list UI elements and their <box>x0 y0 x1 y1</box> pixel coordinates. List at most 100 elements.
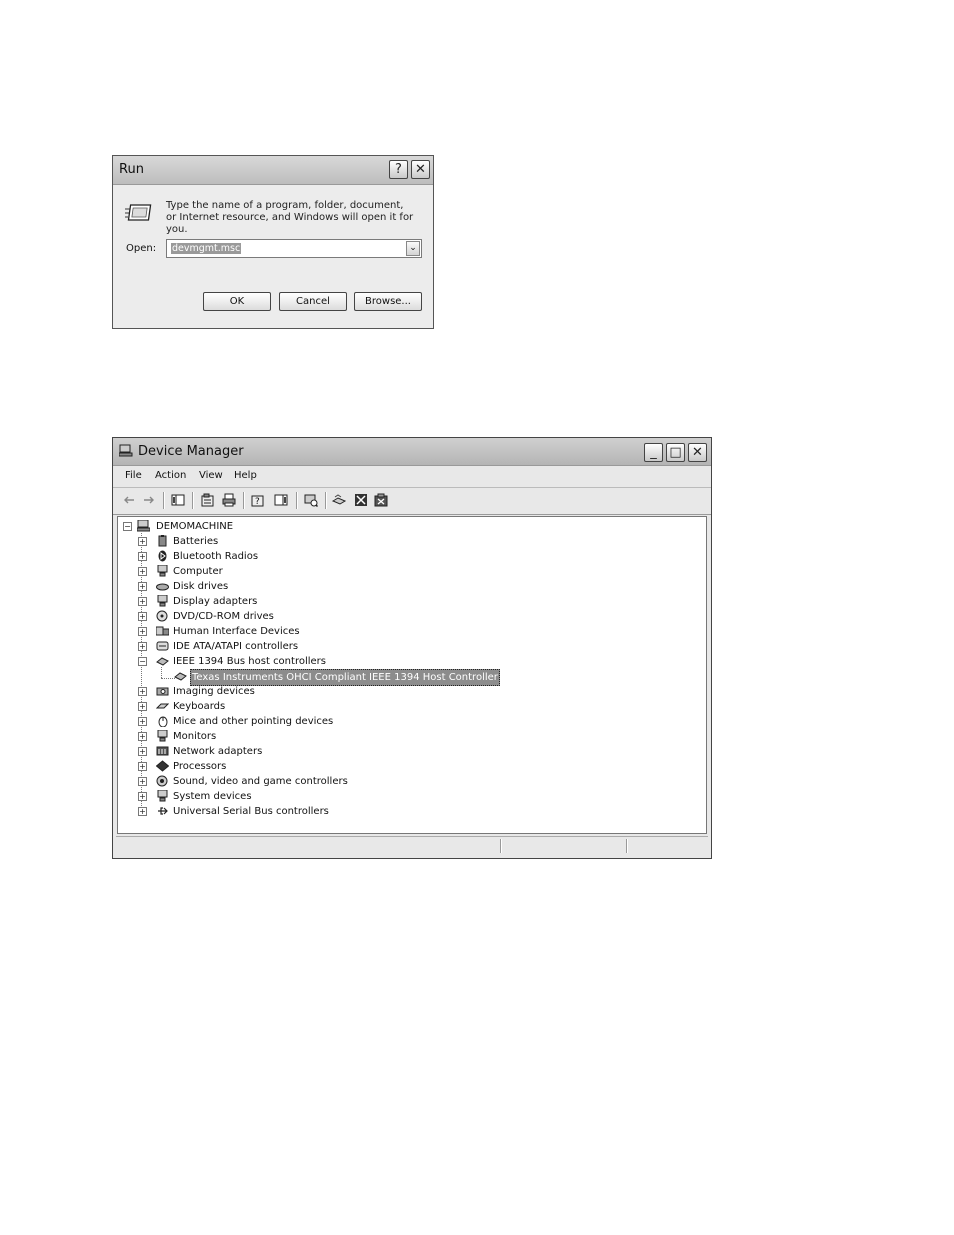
status-divider <box>500 839 502 853</box>
toolbar-separator <box>163 492 165 509</box>
menu-file[interactable]: File <box>125 470 142 481</box>
tree-category-item[interactable]: + Monitors <box>118 729 678 744</box>
tree-category-item[interactable]: − IEEE 1394 Bus host controllers <box>118 654 678 669</box>
tree-category-item[interactable]: + Keyboards <box>118 699 678 714</box>
maximize-button[interactable]: □ <box>666 443 685 462</box>
tree-category-label: Monitors <box>173 731 217 742</box>
tree-category-item[interactable]: + Display adapters <box>118 594 678 609</box>
tree-category-label: Display adapters <box>173 596 258 607</box>
tree-category-item[interactable]: + Processors <box>118 759 678 774</box>
tree-category-item[interactable]: + Bluetooth Radios <box>118 549 678 564</box>
status-bar <box>116 836 708 855</box>
forward-arrow-icon[interactable] <box>142 493 156 507</box>
disable-device-icon[interactable] <box>354 493 368 507</box>
tree-root[interactable]: − DEMOMACHINE <box>123 519 323 534</box>
expand-icon[interactable]: + <box>138 567 147 576</box>
camera-icon <box>156 687 169 696</box>
minimize-button[interactable]: _ <box>644 443 663 462</box>
tree-category-item[interactable]: + IDE ATA/ATAPI controllers <box>118 639 678 654</box>
tree-category-item[interactable]: + Human Interface Devices <box>118 624 678 639</box>
device-tree[interactable]: − DEMOMACHINE + Batteries + Bluetooth Radio… <box>117 516 707 834</box>
bluetooth-icon <box>158 550 167 562</box>
tree-category-label: Mice and other pointing devices <box>173 716 334 727</box>
tree-category-item[interactable]: + Imaging devices <box>118 684 678 699</box>
ok-button[interactable]: OK <box>203 292 271 311</box>
print-icon[interactable] <box>222 493 236 507</box>
run-titlebar[interactable]: Run ? ✕ <box>113 156 433 185</box>
cancel-button[interactable]: Cancel <box>279 292 347 311</box>
tree-category-item[interactable]: + Computer <box>118 564 678 579</box>
expand-icon[interactable]: + <box>138 762 147 771</box>
menu-bar: File Action View Help <box>113 466 711 486</box>
expand-icon[interactable]: + <box>138 747 147 756</box>
tree-device-item[interactable]: Texas Instruments OHCI Compliant IEEE 13… <box>118 669 678 686</box>
device-manager-titlebar[interactable]: Device Manager _ □ ✕ <box>113 438 711 466</box>
tree-category-item[interactable]: + DVD/CD-ROM drives <box>118 609 678 624</box>
tree-category-label: Network adapters <box>173 746 263 757</box>
device-manager-icon <box>119 444 133 457</box>
tree-category-label: IEEE 1394 Bus host controllers <box>173 656 326 667</box>
expand-icon[interactable]: + <box>138 777 147 786</box>
ide-controller-icon <box>156 641 169 651</box>
expand-icon[interactable]: + <box>138 552 147 561</box>
menu-action[interactable]: Action <box>155 470 186 481</box>
expand-icon[interactable]: + <box>138 612 147 621</box>
expand-icon[interactable]: + <box>138 717 147 726</box>
ieee1394-icon <box>156 657 169 666</box>
tree-category-item[interactable]: + Sound, video and game controllers <box>118 774 678 789</box>
expand-icon[interactable]: + <box>138 597 147 606</box>
battery-icon <box>158 535 167 547</box>
hid-icon <box>156 626 169 636</box>
dropdown-arrow-icon[interactable]: ⌄ <box>406 241 420 256</box>
expand-icon[interactable]: + <box>138 732 147 741</box>
show-hide-console-tree-icon[interactable] <box>171 493 185 507</box>
show-hide-action-pane-icon[interactable] <box>274 493 288 507</box>
expand-icon[interactable]: + <box>138 702 147 711</box>
expand-icon[interactable]: + <box>138 792 147 801</box>
expand-icon[interactable]: + <box>138 687 147 696</box>
expand-icon[interactable]: + <box>138 642 147 651</box>
close-button[interactable]: ✕ <box>688 443 707 462</box>
collapse-icon[interactable]: − <box>123 522 132 531</box>
device-manager-title: Device Manager <box>138 444 244 459</box>
status-divider <box>626 839 628 853</box>
open-input[interactable]: devmgmt.msc ⌄ <box>166 239 422 258</box>
expand-icon[interactable]: + <box>138 807 147 816</box>
sound-icon <box>156 775 168 787</box>
expand-icon[interactable]: + <box>138 582 147 591</box>
back-arrow-icon[interactable] <box>122 493 136 507</box>
help-icon[interactable]: ? <box>251 493 265 507</box>
run-dialog: Run ? ✕ Type the name of a program, fold… <box>112 155 434 329</box>
uninstall-device-icon[interactable] <box>374 493 388 507</box>
display-adapter-icon <box>157 595 168 607</box>
properties-icon[interactable] <box>201 493 215 507</box>
open-input-value: devmgmt.msc <box>171 243 242 254</box>
browse-button[interactable]: Browse... <box>354 292 422 311</box>
tree-category-label: DVD/CD-ROM drives <box>173 611 274 622</box>
tree-category-label: Disk drives <box>173 581 229 592</box>
tree-category-label: Computer <box>173 566 223 577</box>
device-manager-window: Device Manager _ □ ✕ File Action View He… <box>112 437 712 859</box>
tree-category-item[interactable]: + Batteries <box>118 534 678 549</box>
expand-icon[interactable]: + <box>138 627 147 636</box>
tree-category-item[interactable]: + Disk drives <box>118 579 678 594</box>
run-program-icon <box>125 204 152 221</box>
scan-hardware-changes-icon[interactable] <box>304 493 318 507</box>
expand-icon[interactable]: + <box>138 537 147 546</box>
monitor-icon <box>157 730 168 742</box>
collapse-icon[interactable]: − <box>138 657 147 666</box>
tree-category-item[interactable]: + Universal Serial Bus controllers <box>118 804 678 819</box>
tree-category-item[interactable]: + Mice and other pointing devices <box>118 714 678 729</box>
help-button[interactable]: ? <box>389 160 408 179</box>
tree-category-item[interactable]: + System devices <box>118 789 678 804</box>
update-driver-icon[interactable] <box>332 493 346 507</box>
menu-help[interactable]: Help <box>234 470 257 481</box>
system-devices-icon <box>157 790 168 802</box>
disk-drive-icon <box>156 583 169 591</box>
tree-category-label: Human Interface Devices <box>173 626 300 637</box>
close-button[interactable]: ✕ <box>411 160 430 179</box>
menu-view[interactable]: View <box>199 470 223 481</box>
tree-category-item[interactable]: + Network adapters <box>118 744 678 759</box>
toolbar-separator <box>192 492 194 509</box>
open-label: Open: <box>126 243 157 254</box>
